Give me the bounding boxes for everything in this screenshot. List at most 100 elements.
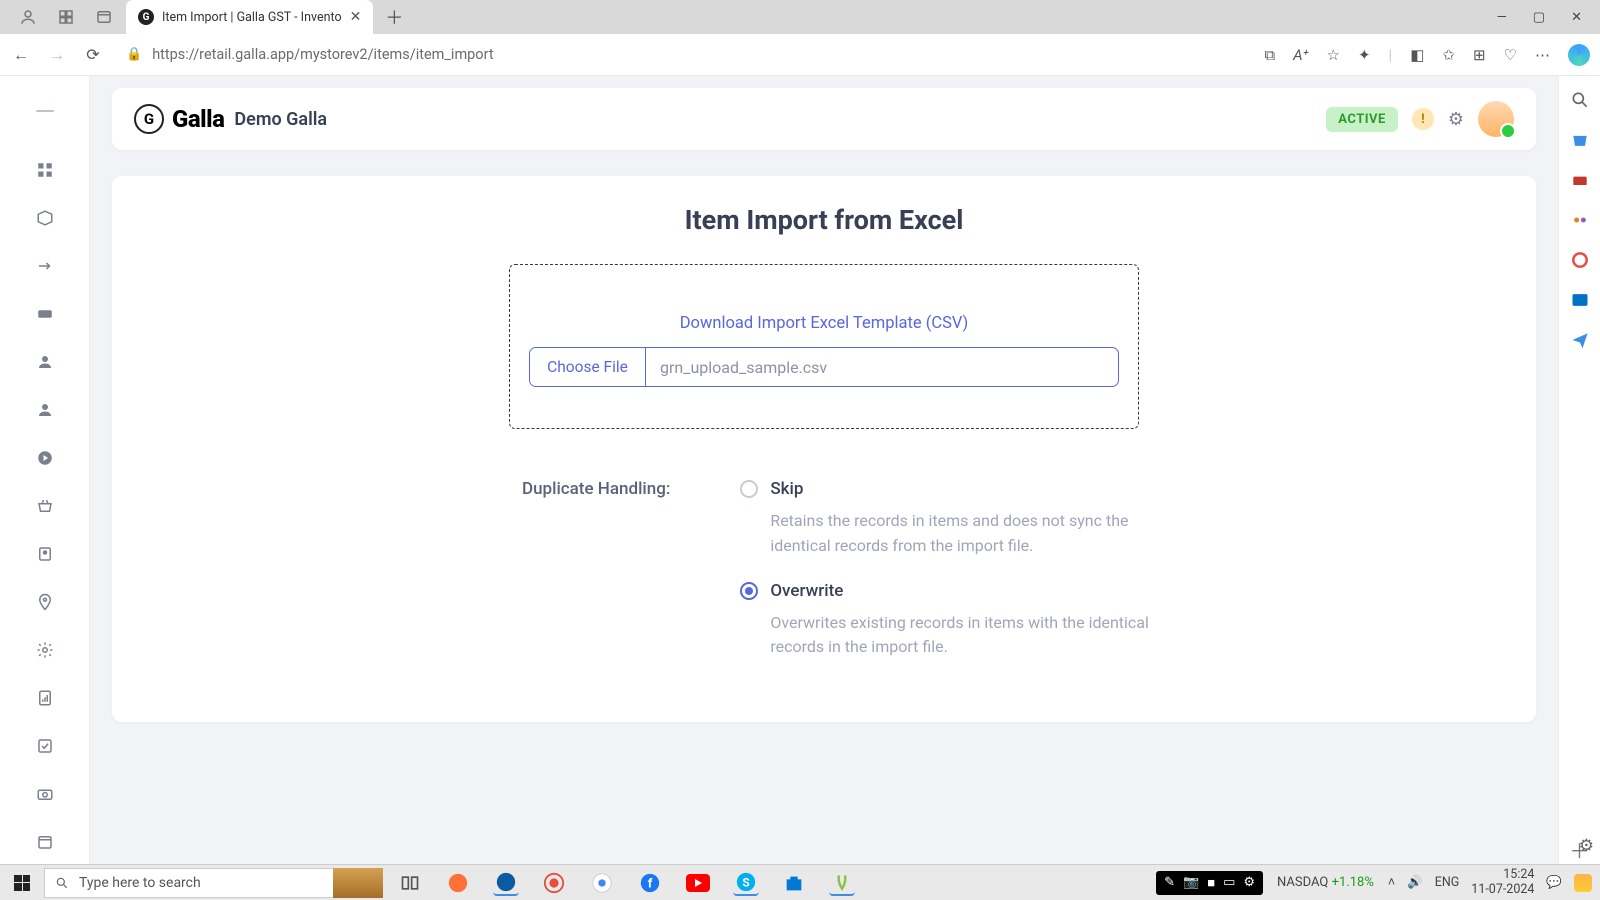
user-avatar[interactable]	[1478, 101, 1514, 137]
taskbar-firefox-icon[interactable]	[445, 870, 471, 896]
extensions-icon[interactable]: ✦	[1358, 46, 1371, 64]
text-size-icon[interactable]: A⁺	[1293, 46, 1308, 64]
nav-transfer-icon[interactable]	[35, 256, 55, 276]
search-highlight-image	[333, 868, 383, 898]
option-overwrite[interactable]: Overwrite	[740, 581, 1160, 601]
browser-titlebar: G Item Import | Galla GST - Invento ✕ ＋ …	[0, 0, 1600, 34]
rec-video-icon[interactable]: ■	[1207, 875, 1215, 891]
status-badge: ACTIVE	[1326, 107, 1398, 132]
nav-camera-icon[interactable]	[35, 784, 55, 804]
taskbar-app-icon[interactable]	[829, 870, 855, 896]
sidebar-outlook-icon[interactable]	[1570, 290, 1590, 310]
nav-reports-icon[interactable]	[35, 688, 55, 708]
taskbar-search[interactable]: Type here to search	[44, 868, 334, 898]
brand-logo-text: Galla	[172, 105, 224, 133]
nav-calendar-icon[interactable]	[35, 832, 55, 852]
sidebar-collapse-icon[interactable]	[36, 110, 54, 112]
taskbar-edge-icon[interactable]	[493, 870, 519, 896]
radio-skip[interactable]	[740, 480, 758, 498]
recording-toolbar[interactable]: ✎ 📷 ■ ▭ ⚙	[1156, 871, 1263, 895]
window-minimize-icon[interactable]: —	[1497, 10, 1507, 25]
sidebar-games-icon[interactable]	[1570, 210, 1590, 230]
taskbar-skype-icon[interactable]: S	[733, 870, 759, 896]
page-title: Item Import from Excel	[152, 204, 1496, 236]
duplicate-handling-section: Duplicate Handling: Skip Retains the rec…	[522, 477, 1496, 682]
workspaces-icon[interactable]	[54, 5, 78, 29]
tab-close-icon[interactable]: ✕	[350, 9, 362, 25]
nav-play-icon[interactable]	[35, 448, 55, 468]
new-tab-button[interactable]: ＋	[385, 4, 403, 30]
profile-icon[interactable]	[16, 5, 40, 29]
nav-customer-icon[interactable]	[35, 352, 55, 372]
nav-dashboard-icon[interactable]	[35, 160, 55, 180]
option-overwrite-desc: Overwrites existing records in items wit…	[770, 611, 1160, 661]
task-view-icon[interactable]	[397, 870, 423, 896]
nav-forward-icon: →	[46, 45, 68, 65]
open-external-icon[interactable]: ⧉	[1264, 46, 1275, 64]
nav-location-icon[interactable]	[35, 592, 55, 612]
tray-language[interactable]: ENG	[1435, 875, 1460, 890]
svg-text:S: S	[742, 875, 749, 889]
header-settings-icon[interactable]: ⚙	[1448, 109, 1464, 130]
window-close-icon[interactable]: ✕	[1571, 10, 1582, 25]
collections-icon[interactable]: ⊞	[1473, 46, 1486, 64]
taskbar-store-icon[interactable]	[781, 870, 807, 896]
nav-voucher-icon[interactable]	[35, 304, 55, 324]
rec-camera-icon[interactable]: 📷	[1183, 875, 1199, 890]
tray-chevron-icon[interactable]: ˄	[1388, 875, 1395, 890]
tray-notifications-icon[interactable]: 💬	[1546, 875, 1562, 890]
rec-settings-icon[interactable]: ⚙	[1243, 875, 1255, 890]
taskbar-chrome-icon[interactable]	[589, 870, 615, 896]
app-sidebar	[0, 76, 90, 864]
sidebar-search-icon[interactable]	[1570, 90, 1590, 110]
sidebar-office-icon[interactable]	[1570, 250, 1590, 270]
app-main: G Galla Demo Galla ACTIVE ! ⚙ Item Impor…	[90, 76, 1558, 864]
split-screen-icon[interactable]: ◧	[1410, 46, 1424, 64]
sidebar-shopping-icon[interactable]	[1570, 130, 1590, 150]
file-input-row: Choose File grn_upload_sample.csv	[529, 347, 1119, 387]
tab-actions-icon[interactable]	[92, 5, 116, 29]
option-overwrite-label: Overwrite	[770, 581, 843, 601]
favorite-icon[interactable]: ☆	[1327, 46, 1340, 64]
choose-file-button[interactable]: Choose File	[530, 348, 646, 386]
radio-overwrite[interactable]	[740, 582, 758, 600]
taskbar-youtube-icon[interactable]	[685, 870, 711, 896]
option-skip-label: Skip	[770, 479, 803, 499]
nav-user-icon[interactable]	[35, 400, 55, 420]
ticker-change: +1.18%	[1332, 875, 1374, 890]
nav-inventory-icon[interactable]	[35, 208, 55, 228]
tray-clock[interactable]: 15:24 11-07-2024	[1471, 868, 1534, 897]
brand-logo[interactable]: G Galla	[134, 104, 224, 134]
nav-contacts-icon[interactable]	[35, 544, 55, 564]
sidebar-send-icon[interactable]	[1570, 330, 1590, 350]
window-maximize-icon[interactable]: ▢	[1533, 10, 1545, 25]
nav-settings-icon[interactable]	[35, 640, 55, 660]
sidebar-tools-icon[interactable]	[1570, 170, 1590, 190]
nav-back-icon[interactable]: ←	[10, 45, 32, 65]
tab-title: Item Import | Galla GST - Invento	[162, 10, 342, 25]
upload-dropzone[interactable]: Download Import Excel Template (CSV) Cho…	[509, 264, 1139, 429]
nav-refresh-icon[interactable]: ⟳	[82, 45, 104, 64]
more-icon[interactable]: ⋯	[1535, 46, 1550, 64]
browser-tab[interactable]: G Item Import | Galla GST - Invento ✕	[126, 0, 373, 34]
taskbar-record-icon[interactable]	[541, 870, 567, 896]
start-button[interactable]	[0, 865, 44, 900]
nav-basket-icon[interactable]	[35, 496, 55, 516]
url-box[interactable]: 🔒 https://retail.galla.app/mystorev2/ite…	[118, 39, 1250, 71]
download-template-link[interactable]: Download Import Excel Template (CSV)	[680, 314, 969, 333]
downloads-icon[interactable]: ♡	[1504, 46, 1517, 64]
favorites-bar-icon[interactable]: ✩	[1442, 46, 1455, 64]
copilot-icon[interactable]	[1568, 44, 1590, 66]
nav-check-icon[interactable]	[35, 736, 55, 756]
sidebar-settings-icon[interactable]: ⚙	[1579, 836, 1594, 856]
stock-ticker[interactable]: NASDAQ +1.18%	[1277, 875, 1374, 890]
alert-icon[interactable]: !	[1412, 108, 1434, 130]
rec-draw-icon[interactable]: ✎	[1164, 875, 1175, 890]
rec-screen-icon[interactable]: ▭	[1223, 875, 1235, 890]
option-skip[interactable]: Skip	[740, 479, 1160, 499]
browser-addressbar: ← → ⟳ 🔒 https://retail.galla.app/mystore…	[0, 34, 1600, 76]
tray-volume-icon[interactable]: 🔊	[1407, 875, 1423, 890]
tab-favicon: G	[138, 9, 154, 25]
tray-assist-icon[interactable]	[1574, 874, 1592, 892]
taskbar-facebook-icon[interactable]: f	[637, 870, 663, 896]
